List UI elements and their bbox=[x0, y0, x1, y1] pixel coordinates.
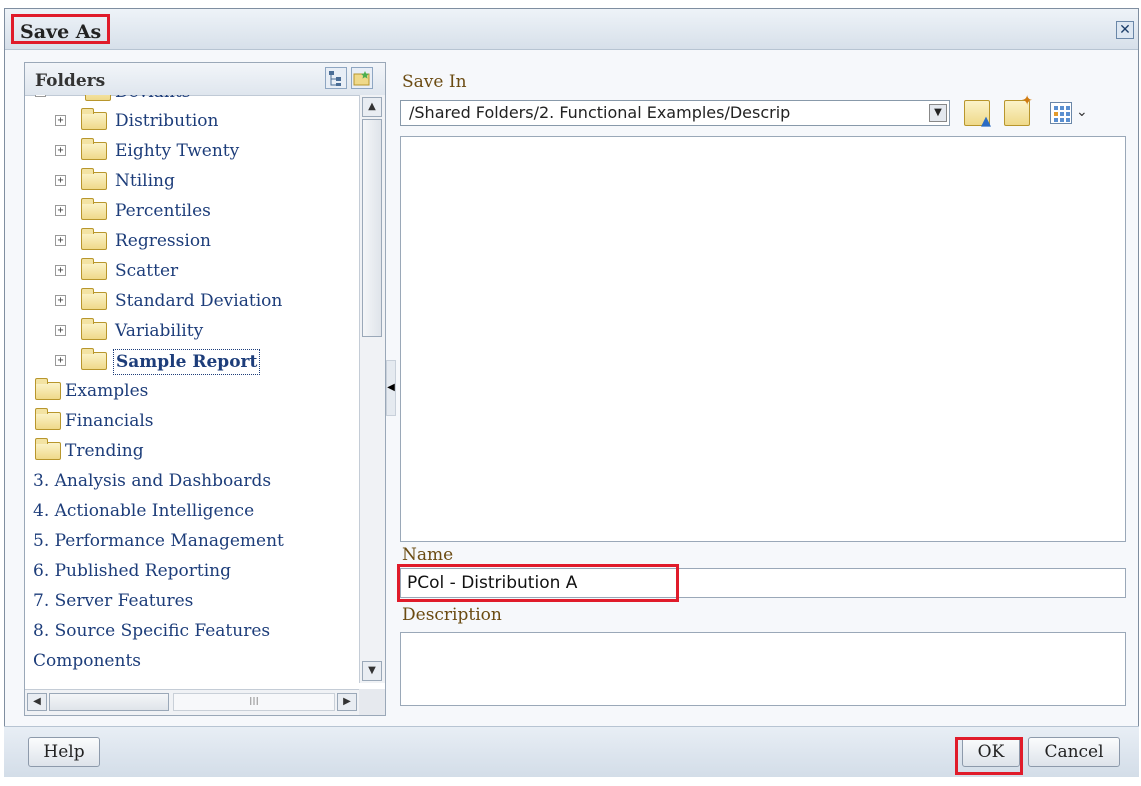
scroll-up-icon[interactable]: ▲ bbox=[362, 97, 382, 117]
save-in-path-select[interactable]: /Shared Folders/2. Functional Examples/D… bbox=[400, 100, 950, 126]
folders-vertical-scrollbar[interactable]: ▲ ▼ bbox=[359, 95, 385, 683]
view-mode-chevron-icon[interactable]: ⌄ bbox=[1076, 104, 1088, 120]
dialog-footer: Help OK Cancel bbox=[4, 726, 1139, 777]
expand-icon[interactable]: + bbox=[55, 205, 66, 216]
description-label: Description bbox=[402, 605, 502, 625]
tree-row-label: Components bbox=[33, 651, 141, 671]
scroll-thumb[interactable] bbox=[362, 119, 382, 337]
scroll-left-icon[interactable]: ◀ bbox=[27, 693, 47, 711]
help-button[interactable]: Help bbox=[28, 737, 100, 767]
folder-icon bbox=[81, 198, 107, 220]
folders-title: Folders bbox=[35, 71, 106, 91]
panel-splitter-handle[interactable]: ◀ bbox=[386, 360, 396, 416]
expand-icon[interactable]: + bbox=[55, 265, 66, 276]
folder-icon bbox=[81, 138, 107, 160]
close-icon[interactable]: ✕ bbox=[1116, 21, 1134, 39]
tree-row-label: Examples bbox=[65, 381, 149, 401]
dialog-titlebar: Save As ✕ bbox=[5, 9, 1138, 50]
expand-icon[interactable]: + bbox=[55, 145, 66, 156]
view-mode-icon[interactable] bbox=[1050, 102, 1072, 124]
tree-view-icon[interactable] bbox=[325, 67, 347, 89]
chevron-down-icon[interactable]: ▼ bbox=[929, 104, 947, 122]
cancel-button[interactable]: Cancel bbox=[1028, 737, 1120, 767]
expand-icon[interactable]: + bbox=[55, 295, 66, 306]
folder-icon bbox=[35, 408, 61, 430]
expand-icon[interactable]: + bbox=[55, 325, 66, 336]
folder-icon bbox=[85, 95, 111, 101]
hscroll-track[interactable]: III bbox=[173, 693, 335, 711]
tree-row-label: Financials bbox=[65, 411, 154, 431]
folders-header: Folders bbox=[25, 63, 385, 96]
tree-row-label: Ntiling bbox=[115, 171, 175, 191]
scroll-down-icon[interactable]: ▼ bbox=[362, 661, 382, 681]
folders-horizontal-scrollbar[interactable]: ◀ III ▶ bbox=[25, 689, 361, 715]
folder-tree: + Deviants + Distribution + Eighty Twent… bbox=[25, 95, 361, 683]
folder-icon bbox=[81, 288, 107, 310]
scroll-right-icon[interactable]: ▶ bbox=[337, 693, 357, 711]
tree-row-label: Scatter bbox=[115, 261, 179, 281]
new-folder-icon[interactable] bbox=[1004, 93, 1033, 126]
tree-row-label: Trending bbox=[65, 441, 144, 461]
expand-icon[interactable]: + bbox=[55, 355, 66, 366]
expand-icon[interactable]: + bbox=[55, 115, 66, 126]
tree-row-label-selected: Sample Report bbox=[113, 349, 261, 375]
tree-row-label: 5. Performance Management bbox=[33, 531, 284, 551]
description-input[interactable] bbox=[400, 632, 1126, 706]
dialog-title: Save As bbox=[11, 14, 111, 44]
hscroll-thumb[interactable] bbox=[49, 693, 169, 711]
folder-icon bbox=[81, 348, 107, 370]
save-in-label: Save In bbox=[402, 72, 467, 92]
expand-icon[interactable]: + bbox=[55, 175, 66, 186]
folder-icon bbox=[35, 438, 61, 460]
tree-row-label: 7. Server Features bbox=[33, 591, 194, 611]
folder-icon bbox=[81, 168, 107, 190]
expand-icon[interactable]: + bbox=[55, 235, 66, 246]
folder-icon bbox=[81, 108, 107, 130]
name-input[interactable] bbox=[400, 568, 1126, 598]
tree-row-label: 6. Published Reporting bbox=[33, 561, 231, 581]
tree-row-label: 4. Actionable Intelligence bbox=[33, 501, 255, 521]
folder-up-icon[interactable] bbox=[964, 100, 991, 129]
tree-row-label: Standard Deviation bbox=[115, 291, 283, 311]
expand-icon[interactable]: + bbox=[35, 95, 46, 97]
save-in-path-value: /Shared Folders/2. Functional Examples/D… bbox=[409, 103, 791, 122]
ok-button[interactable]: OK bbox=[962, 737, 1020, 767]
folders-panel: Folders + Deviants + Distribution + Eigh… bbox=[24, 62, 386, 716]
tree-row-label: 3. Analysis and Dashboards bbox=[33, 471, 272, 491]
folder-icon bbox=[81, 228, 107, 250]
folder-icon bbox=[35, 378, 61, 400]
tree-row-label: Distribution bbox=[115, 111, 219, 131]
folder-icon bbox=[81, 258, 107, 280]
folder-icon bbox=[81, 318, 107, 340]
scroll-corner bbox=[359, 689, 385, 715]
file-list-pane[interactable] bbox=[400, 136, 1126, 542]
tree-row-label: Regression bbox=[115, 231, 211, 251]
name-label: Name bbox=[402, 545, 454, 565]
favorites-folder-icon[interactable] bbox=[351, 67, 373, 89]
tree-row-label: Variability bbox=[115, 321, 204, 341]
tree-row-label: 8. Source Specific Features bbox=[33, 621, 271, 641]
tree-row-label: Eighty Twenty bbox=[115, 141, 240, 161]
tree-row-label: Percentiles bbox=[115, 201, 211, 221]
